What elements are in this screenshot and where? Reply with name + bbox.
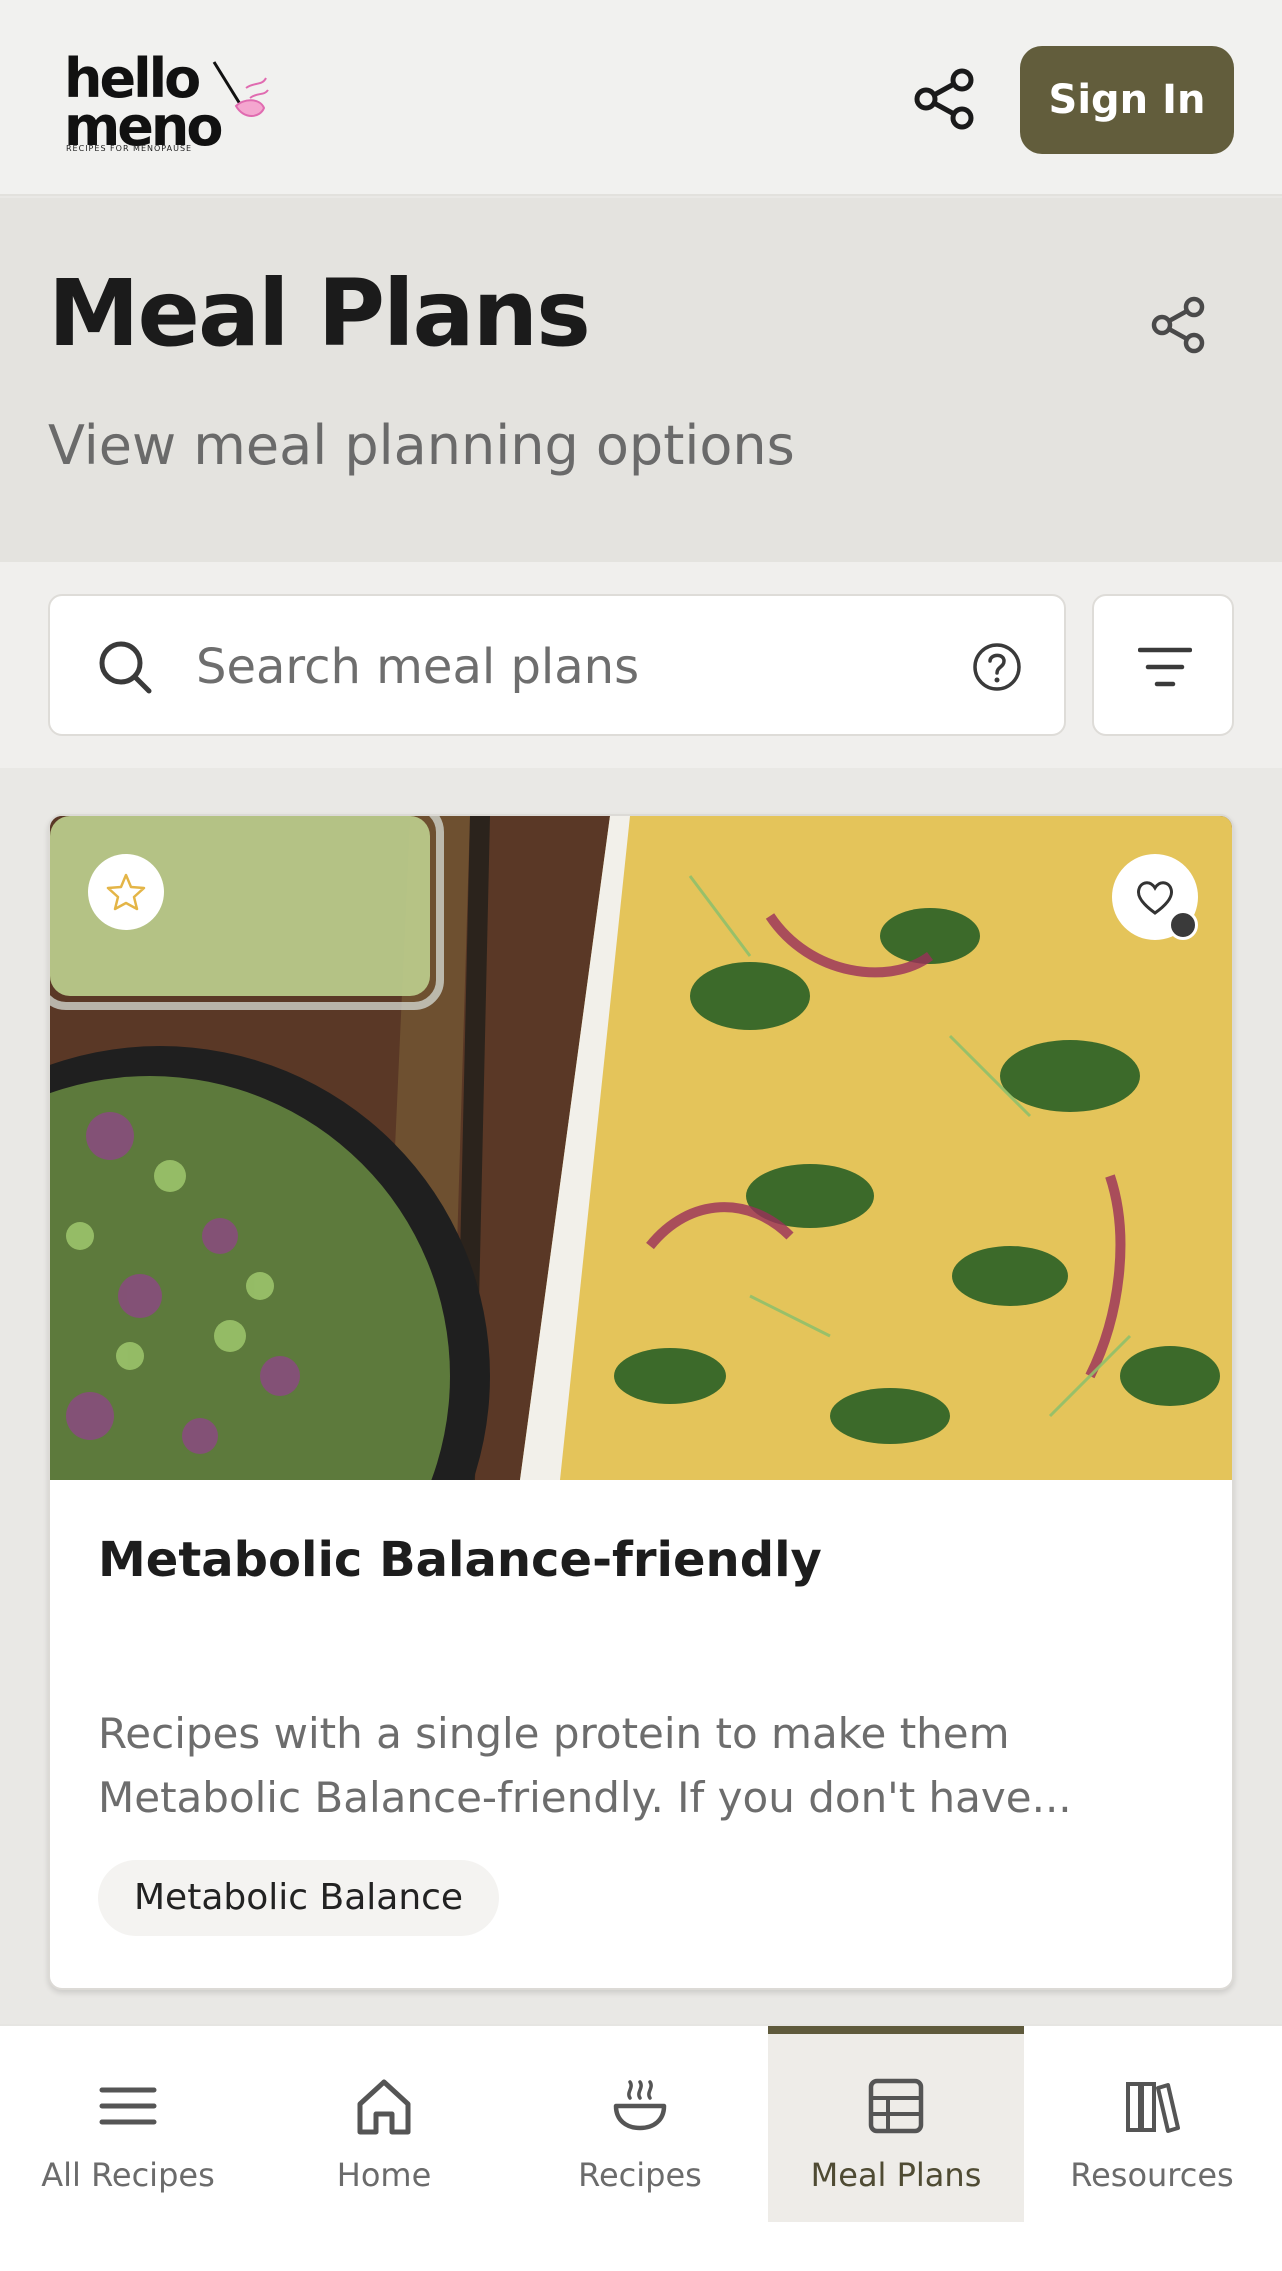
star-icon (106, 873, 146, 911)
help-icon[interactable] (970, 640, 1024, 694)
bowl-icon (613, 2080, 667, 2131)
page-share-icon[interactable] (1148, 294, 1210, 356)
whisk-icon (212, 61, 269, 117)
filter-icon (1138, 647, 1192, 687)
nav-resources[interactable]: Resources (1024, 2026, 1280, 2222)
favorite-star-button[interactable] (88, 854, 164, 930)
search-box[interactable] (48, 594, 1066, 736)
nav-label: All Recipes (41, 2156, 215, 2194)
nav-all-recipes[interactable]: All Recipes (0, 2026, 256, 2222)
hello-meno-logo[interactable]: hello meno RECIPES FOR MENOPAUSE (60, 40, 270, 160)
meal-plan-image (50, 816, 1232, 1480)
share-icon[interactable] (912, 66, 978, 132)
home-icon (357, 2079, 411, 2135)
nav-label: Resources (1070, 2156, 1234, 2194)
bottom-nav: All Recipes Home Recipes Meal Plans Reso… (0, 2024, 1282, 2271)
logo-tagline: RECIPES FOR MENOPAUSE (66, 144, 193, 153)
card-description-line2: Metabolic Balance-friendly. If you don't… (98, 1773, 1072, 1822)
sign-in-button[interactable]: Sign In (1020, 46, 1234, 154)
add-to-favorites-button[interactable] (1112, 854, 1198, 940)
filter-button[interactable] (1092, 594, 1234, 736)
app-header: hello meno RECIPES FOR MENOPAUSE Sign In (0, 0, 1282, 196)
card-description: Recipes with a single protein to make th… (98, 1702, 1158, 1830)
heart-plus-icon (1137, 881, 1173, 915)
card-description-line1: Recipes with a single protein to make th… (98, 1709, 1010, 1758)
tag-chip[interactable]: Metabolic Balance (98, 1860, 500, 1936)
search-icon (99, 641, 152, 694)
page-title: Meal Plans (48, 260, 591, 367)
menu-icon (99, 2087, 157, 2125)
nav-meal-plans[interactable]: Meal Plans (768, 2026, 1024, 2222)
nav-label: Meal Plans (810, 2156, 982, 2194)
nav-recipes[interactable]: Recipes (512, 2026, 768, 2222)
nav-label: Home (336, 2156, 432, 2194)
card-title: Metabolic Balance-friendly (98, 1532, 822, 1588)
search-bar (0, 562, 1282, 768)
grid-icon (868, 2078, 924, 2134)
books-icon (1126, 2082, 1180, 2133)
nav-label: Recipes (578, 2156, 702, 2194)
search-input[interactable] (196, 632, 956, 702)
page-header: Meal Plans View meal planning options (0, 198, 1282, 562)
plus-badge (1168, 910, 1198, 940)
nav-home[interactable]: Home (256, 2026, 512, 2222)
meal-plan-card[interactable]: Metabolic Balance-friendly Recipes with … (48, 814, 1234, 1990)
page-subtitle: View meal planning options (48, 414, 795, 477)
